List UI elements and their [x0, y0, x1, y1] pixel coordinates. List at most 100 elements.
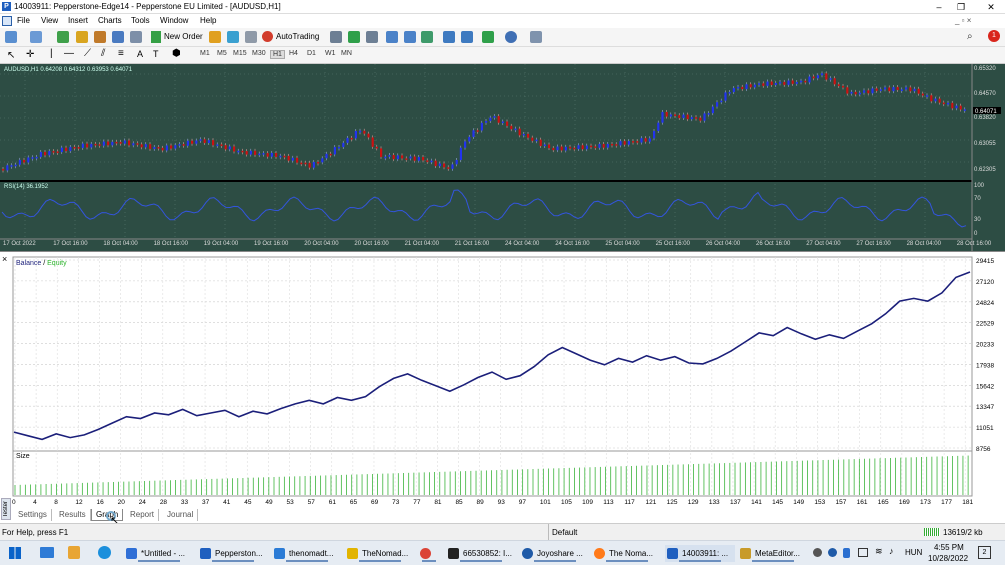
menu-charts[interactable]: Charts: [98, 16, 122, 25]
navigator-icon[interactable]: [76, 31, 88, 43]
candle: [833, 78, 836, 85]
tab-report[interactable]: Report: [126, 509, 160, 521]
indicators-icon[interactable]: [482, 31, 494, 43]
timeframe-h4[interactable]: H4: [289, 50, 298, 57]
periods-icon[interactable]: [505, 31, 517, 43]
candle: [443, 163, 446, 168]
timeframe-m5[interactable]: M5: [217, 50, 227, 57]
menu-insert[interactable]: Insert: [68, 16, 88, 25]
mail-icon[interactable]: [40, 547, 54, 558]
new-order-icon[interactable]: [151, 31, 161, 43]
timeframe-m1[interactable]: M1: [200, 50, 210, 57]
candle: [417, 157, 420, 161]
candle: [287, 155, 290, 161]
close-button[interactable]: ✕: [982, 1, 1000, 13]
text-icon[interactable]: A: [137, 49, 143, 59]
language-indicator[interactable]: HUN: [905, 548, 922, 557]
notification-badge[interactable]: 1: [988, 30, 1000, 42]
timeframe-mn[interactable]: MN: [341, 50, 352, 57]
task-thenomad[interactable]: TheNomad...: [345, 545, 415, 562]
media-icon[interactable]: [68, 546, 80, 559]
task-joyoshare[interactable]: Joyoshare ...: [520, 545, 590, 562]
timeframe-d1[interactable]: D1: [307, 50, 316, 57]
candlestick-icon[interactable]: [348, 31, 360, 43]
edge-icon[interactable]: [98, 546, 111, 559]
channel-icon[interactable]: ⫽: [101, 48, 105, 59]
candle: [451, 164, 454, 169]
task-chrome[interactable]: [418, 545, 440, 562]
child-window-controls[interactable]: _ ▫ ×: [955, 16, 971, 25]
terminal-icon[interactable]: [112, 31, 124, 43]
start-icon[interactable]: [9, 547, 21, 559]
timeframe-h1[interactable]: H1: [270, 50, 285, 59]
market-watch-icon[interactable]: [57, 31, 69, 43]
menu-view[interactable]: View: [41, 16, 58, 25]
vertical-line-icon[interactable]: |: [50, 48, 53, 59]
menu-window[interactable]: Window: [160, 16, 188, 25]
candle: [283, 155, 286, 158]
cursor-icon[interactable]: ↖: [7, 50, 15, 61]
notifications-icon[interactable]: 2: [978, 546, 991, 559]
candle: [409, 156, 412, 159]
rsi-tick: 0: [974, 231, 978, 237]
bluetooth-icon[interactable]: [843, 548, 850, 558]
chart-shift-icon[interactable]: [443, 31, 455, 43]
task-metaeditor[interactable]: MetaEditor...: [738, 545, 808, 562]
horizontal-line-icon[interactable]: —: [64, 48, 74, 59]
candle: [900, 89, 903, 91]
minimize-button[interactable]: –: [930, 1, 948, 13]
search-icon[interactable]: ⌕: [967, 31, 973, 42]
autoscroll-icon[interactable]: [461, 31, 473, 43]
timeframe-m30[interactable]: M30: [252, 50, 266, 57]
zoom-out-icon[interactable]: [404, 31, 416, 43]
new-order-button[interactable]: New Order: [164, 32, 203, 41]
battery-icon[interactable]: [858, 548, 868, 557]
crosshair-icon[interactable]: ✛: [26, 49, 34, 60]
zoom-in-icon[interactable]: [386, 31, 398, 43]
tray-joyoshare-icon[interactable]: [828, 548, 837, 557]
tab-settings[interactable]: Settings: [14, 509, 52, 521]
templates-icon[interactable]: [530, 31, 542, 43]
task-66530852[interactable]: 66530852: I...: [446, 545, 516, 562]
trendline-icon[interactable]: ⟋: [84, 48, 91, 59]
wifi-icon[interactable]: ≋: [875, 546, 883, 557]
tile-windows-icon[interactable]: [421, 31, 433, 43]
shapes-icon[interactable]: ⬢: [172, 48, 181, 59]
child-window-icon[interactable]: [2, 16, 12, 26]
strategy-tester-icon[interactable]: [130, 31, 142, 43]
line-chart-icon[interactable]: [366, 31, 378, 43]
new-chart-icon[interactable]: [5, 31, 17, 43]
fibonacci-icon[interactable]: ≡: [118, 48, 124, 59]
text-label-icon[interactable]: T: [153, 49, 159, 59]
timeframe-m15[interactable]: M15: [233, 50, 247, 57]
balance-graph[interactable]: 2941527120248242252920233179381564213347…: [0, 252, 1005, 524]
task-pepperstone[interactable]: Pepperston...: [198, 545, 268, 562]
autotrading-icon[interactable]: [262, 31, 273, 42]
menu-tools[interactable]: Tools: [131, 16, 150, 25]
signals-icon[interactable]: [227, 31, 239, 43]
data-window-icon[interactable]: [94, 31, 106, 43]
price-chart-window[interactable]: 0.64071 AUDUSD,H1 0.64208 0.64312 0.6395…: [0, 64, 1005, 251]
timeframe-w1[interactable]: W1: [325, 50, 336, 57]
menu-file[interactable]: File: [17, 16, 30, 25]
bar-chart-icon[interactable]: [330, 31, 342, 43]
tab-journal[interactable]: Journal: [163, 509, 199, 521]
task-14003911[interactable]: 14003911: ...: [665, 545, 735, 562]
candle: [829, 78, 832, 80]
volume-icon[interactable]: ♪: [889, 546, 894, 556]
rsi-tick: 70: [974, 196, 981, 202]
task-the-noma[interactable]: The Noma...: [592, 545, 662, 562]
autotrading-button[interactable]: AutoTrading: [276, 32, 319, 41]
tray-app-icon[interactable]: [813, 548, 822, 557]
candle: [300, 162, 303, 165]
task-thenomadt[interactable]: thenomadt...: [272, 545, 342, 562]
metaeditor-icon[interactable]: [209, 31, 221, 43]
maximize-button[interactable]: ❐: [952, 1, 970, 13]
profiles-icon[interactable]: [30, 31, 42, 43]
clock-time[interactable]: 4:55 PM: [934, 543, 964, 552]
vps-icon[interactable]: [245, 31, 257, 43]
menu-help[interactable]: Help: [200, 16, 216, 25]
clock-date[interactable]: 10/28/2022: [928, 554, 968, 563]
tab-results[interactable]: Results: [55, 509, 91, 521]
task-untitled[interactable]: *Untitled - ...: [124, 545, 194, 562]
